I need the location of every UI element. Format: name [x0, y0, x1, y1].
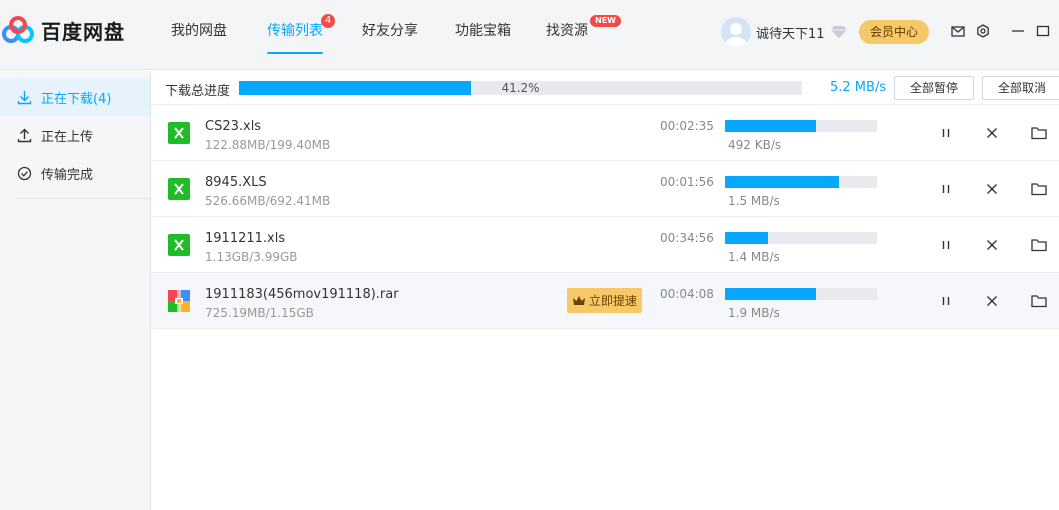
- pause-all-button[interactable]: 全部暂停: [894, 76, 974, 100]
- excel-file-icon: [168, 234, 190, 256]
- sidebar-item-label: 传输完成: [41, 167, 94, 183]
- pause-icon[interactable]: [937, 124, 955, 142]
- time-remaining: 00:04:08: [660, 287, 714, 301]
- speed-boost-label: 立即提速: [588, 294, 637, 308]
- sidebar-item-label: 正在下载(4): [41, 91, 112, 107]
- file-name: 1911183(456mov191118).rar: [205, 287, 399, 302]
- user-profile[interactable]: 诚待天下11: [721, 16, 848, 48]
- time-remaining: 00:01:56: [660, 175, 714, 189]
- sidebar: 正在下载(4) 正在上传 传输完成: [0, 71, 151, 510]
- title-bar: 百度网盘 我的网盘 传输列表 4 好友分享 功能宝箱 找资源 NEW 诚待天下1…: [0, 0, 1059, 70]
- diamond-icon: [830, 26, 847, 38]
- time-remaining: 00:02:35: [660, 119, 714, 133]
- baidu-netdisk-logo-icon: [2, 16, 34, 43]
- download-progress-fill: [725, 176, 839, 188]
- file-name: 1911211.xls: [205, 231, 286, 246]
- minimize-icon[interactable]: [1011, 24, 1025, 38]
- excel-file-icon: [168, 178, 190, 200]
- tab-find-resources[interactable]: 找资源 NEW: [546, 15, 621, 44]
- settings-icon[interactable]: [976, 24, 990, 38]
- download-progress-bar: [725, 176, 877, 188]
- tab-label: 功能宝箱: [455, 23, 511, 39]
- active-tab-underline: [267, 52, 323, 54]
- mail-icon[interactable]: [951, 24, 965, 38]
- sidebar-item-downloading[interactable]: 正在下载(4): [0, 78, 150, 116]
- file-type-icon: [168, 178, 190, 200]
- close-icon[interactable]: [983, 292, 1001, 310]
- speed-boost-button[interactable]: 立即提速: [567, 288, 642, 313]
- download-icon: [17, 90, 32, 104]
- file-name: 8945.XLS: [205, 175, 267, 190]
- upload-icon: [17, 128, 32, 142]
- time-remaining: 00:34:56: [660, 231, 714, 245]
- pause-icon[interactable]: [937, 236, 955, 254]
- vip-center-button[interactable]: 会员中心: [859, 20, 929, 44]
- download-speed: 1.5 MB/s: [728, 194, 780, 208]
- file-type-icon: [168, 234, 190, 256]
- file-size: 122.88MB/199.40MB: [205, 138, 331, 152]
- crown-icon: [572, 295, 585, 305]
- download-row[interactable]: 1911183(456mov191118).rar 725.19MB/1.15G…: [151, 273, 1059, 329]
- app-name: 百度网盘: [41, 19, 125, 44]
- rar-file-icon: [168, 290, 190, 312]
- sidebar-item-completed[interactable]: 传输完成: [0, 154, 150, 192]
- close-icon[interactable]: [983, 124, 1001, 142]
- sidebar-item-label: 正在上传: [41, 129, 94, 145]
- pause-icon[interactable]: [937, 180, 955, 198]
- download-progress-fill: [725, 232, 768, 244]
- file-name: CS23.xls: [205, 119, 262, 134]
- download-speed: 492 KB/s: [728, 138, 782, 152]
- tab-my-netdisk[interactable]: 我的网盘: [171, 20, 227, 44]
- file-size: 1.13GB/3.99GB: [205, 250, 298, 264]
- download-progress-bar: [725, 232, 877, 244]
- close-icon[interactable]: [983, 180, 1001, 198]
- sidebar-item-uploading[interactable]: 正在上传: [0, 116, 150, 154]
- transfer-count-badge: 4: [321, 14, 335, 28]
- folder-icon[interactable]: [1030, 292, 1048, 310]
- folder-icon[interactable]: [1030, 124, 1048, 142]
- cancel-all-button[interactable]: 全部取消: [982, 76, 1059, 100]
- download-toolbar: 下载总进度 41.2% 5.2 MB/s 全部暂停 全部取消: [151, 71, 1059, 105]
- file-type-icon: [168, 290, 190, 312]
- app-logo: 百度网盘: [0, 14, 125, 46]
- download-progress-fill: [725, 120, 817, 132]
- file-size: 725.19MB/1.15GB: [205, 306, 314, 320]
- tab-label: 好友分享: [362, 23, 418, 39]
- close-icon[interactable]: [983, 236, 1001, 254]
- total-progress-percent: 41.2%: [501, 81, 540, 95]
- folder-icon[interactable]: [1030, 236, 1048, 254]
- download-speed: 1.9 MB/s: [728, 306, 780, 320]
- download-speed: 1.4 MB/s: [728, 250, 780, 264]
- tab-label: 传输列表: [267, 23, 323, 39]
- check-circle-icon: [17, 166, 32, 180]
- download-row[interactable]: 1911211.xls 1.13GB/3.99GB 00:34:56 1.4 M…: [151, 217, 1059, 273]
- tab-toolbox[interactable]: 功能宝箱: [455, 20, 511, 44]
- download-progress-bar: [725, 288, 877, 300]
- avatar[interactable]: [721, 17, 751, 47]
- tab-transfer-list[interactable]: 传输列表 4: [267, 14, 335, 54]
- maximize-icon[interactable]: [1036, 24, 1050, 38]
- download-row[interactable]: 8945.XLS 526.66MB/692.41MB 00:01:56 1.5 …: [151, 161, 1059, 217]
- tab-label: 我的网盘: [171, 23, 227, 39]
- username[interactable]: 诚待天下11: [756, 23, 825, 42]
- file-type-icon: [168, 122, 190, 144]
- excel-file-icon: [168, 122, 190, 144]
- total-speed: 5.2 MB/s: [830, 80, 887, 95]
- empty-list-area: [151, 329, 1059, 510]
- new-badge: NEW: [590, 15, 621, 27]
- download-progress-fill: [725, 288, 817, 300]
- file-size: 526.66MB/692.41MB: [205, 194, 331, 208]
- pause-icon[interactable]: [937, 292, 955, 310]
- folder-icon[interactable]: [1030, 180, 1048, 198]
- total-progress-bar: 41.2%: [239, 81, 802, 95]
- download-row[interactable]: CS23.xls 122.88MB/199.40MB 00:02:35 492 …: [151, 105, 1059, 161]
- tab-label: 找资源: [546, 23, 588, 39]
- sidebar-divider: [16, 198, 150, 199]
- total-progress-label: 下载总进度: [165, 84, 231, 99]
- download-progress-bar: [725, 120, 877, 132]
- tab-friend-share[interactable]: 好友分享: [362, 20, 418, 44]
